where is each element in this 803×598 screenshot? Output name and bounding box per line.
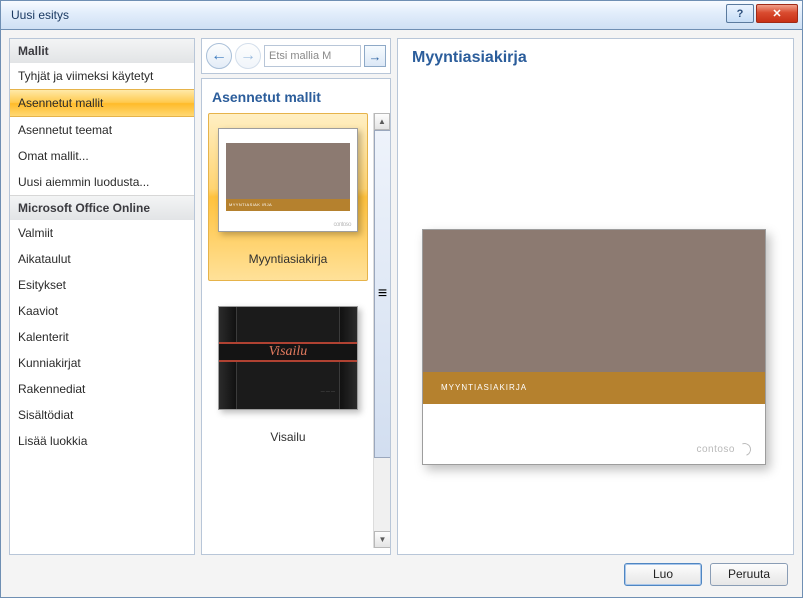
cancel-button[interactable]: Peruuta — [710, 563, 788, 586]
template-label: Myyntiasiakirja — [213, 246, 363, 276]
close-button[interactable]: ✕ — [756, 4, 798, 23]
thumb-mark: contoso — [333, 222, 351, 228]
help-button[interactable]: ? — [726, 4, 754, 23]
grip-icon: ≡ — [378, 285, 387, 303]
sidebar-item-aikataulut[interactable]: Aikataulut — [10, 246, 194, 272]
sidebar-item-uusi-aiemmin[interactable]: Uusi aiemmin luodusta... — [10, 169, 194, 195]
sidebar-item-lisaa-luokkia[interactable]: Lisää luokkia — [10, 428, 194, 454]
template-item-myyntiasiakirja[interactable]: MYYNTIASIAK IRJA contoso Myyntiasiakirja — [208, 113, 368, 281]
sidebar-item-esitykset[interactable]: Esitykset — [10, 272, 194, 298]
sidebar-item-rakennediat[interactable]: Rakennediat — [10, 376, 194, 402]
preview-slide: MYYNTIASIAKIRJA contoso — [422, 229, 766, 465]
sidebar-heading-mallit: Mallit — [10, 39, 194, 63]
search-input[interactable]: Etsi mallia M — [264, 45, 361, 67]
go-icon: → — [369, 49, 382, 64]
scroll-down-button[interactable]: ▼ — [374, 531, 390, 548]
chevron-down-icon: ▼ — [379, 535, 387, 544]
sidebar-item-kunniakirjat[interactable]: Kunniakirjat — [10, 350, 194, 376]
arrow-left-icon: ← — [211, 47, 227, 65]
help-icon: ? — [737, 8, 744, 20]
browser-toolbar: ← → Etsi mallia M → — [201, 38, 391, 74]
template-label: Visailu — [213, 424, 363, 454]
chevron-up-icon: ▲ — [378, 117, 386, 126]
template-list-panel: Asennetut mallit MYYNTIASIAK IRJA contos… — [201, 78, 391, 555]
sidebar-item-kalenterit[interactable]: Kalenterit — [10, 324, 194, 350]
dialog-footer: Luo Peruuta — [9, 555, 794, 589]
template-item-visailu[interactable]: Visailu — — — Visailu — [208, 291, 368, 459]
preview-band-text: MYYNTIASIAKIRJA — [441, 383, 527, 392]
sidebar-item-asennetut-teemat[interactable]: Asennetut teemat — [10, 117, 194, 143]
thumb-band-text: MYYNTIASIAK IRJA — [229, 202, 272, 207]
arrow-right-icon: → — [240, 47, 256, 65]
dialog-body: Mallit Tyhjät ja viimeksi käytetyt Asenn… — [0, 30, 803, 598]
sidebar-item-tyhjat[interactable]: Tyhjät ja viimeksi käytetyt — [10, 63, 194, 89]
sidebar-item-kaaviot[interactable]: Kaaviot — [10, 298, 194, 324]
template-thumbnail: MYYNTIASIAK IRJA contoso — [218, 128, 358, 232]
close-icon: ✕ — [772, 7, 781, 20]
category-sidebar: Mallit Tyhjät ja viimeksi käytetyt Asenn… — [9, 38, 195, 555]
forward-button[interactable]: → — [235, 43, 261, 69]
template-browser: ← → Etsi mallia M → Asennetut mallit MYY… — [201, 38, 391, 555]
template-thumbnail: Visailu — — — — [218, 306, 358, 410]
window-title: Uusi esitys — [11, 8, 69, 22]
create-button[interactable]: Luo — [624, 563, 702, 586]
sidebar-item-omat-mallit[interactable]: Omat mallit... — [10, 143, 194, 169]
sidebar-item-sisaltodiat[interactable]: Sisältödiat — [10, 402, 194, 428]
preview-panel: Myyntiasiakirja MYYNTIASIAKIRJA contoso — [397, 38, 794, 555]
back-button[interactable]: ← — [206, 43, 232, 69]
scroll-up-button[interactable]: ▲ — [374, 113, 390, 130]
swirl-icon — [736, 441, 753, 458]
template-list-heading: Asennetut mallit — [208, 85, 390, 113]
go-button[interactable]: → — [364, 45, 386, 67]
sidebar-item-valmiit[interactable]: Valmiit — [10, 220, 194, 246]
sidebar-item-asennetut-mallit[interactable]: Asennetut mallit — [10, 89, 194, 117]
sidebar-heading-office-online: Microsoft Office Online — [10, 195, 194, 220]
search-placeholder: Etsi mallia M — [269, 50, 331, 62]
scrollbar-thumb[interactable]: ≡ — [374, 130, 390, 458]
preview-mark: contoso — [696, 443, 751, 456]
scrollbar[interactable]: ▲ ≡ ▼ — [373, 113, 390, 548]
thumb-title: Visailu — [219, 344, 357, 360]
title-bar: Uusi esitys ? ✕ — [0, 0, 803, 30]
preview-title: Myyntiasiakirja — [412, 49, 779, 67]
